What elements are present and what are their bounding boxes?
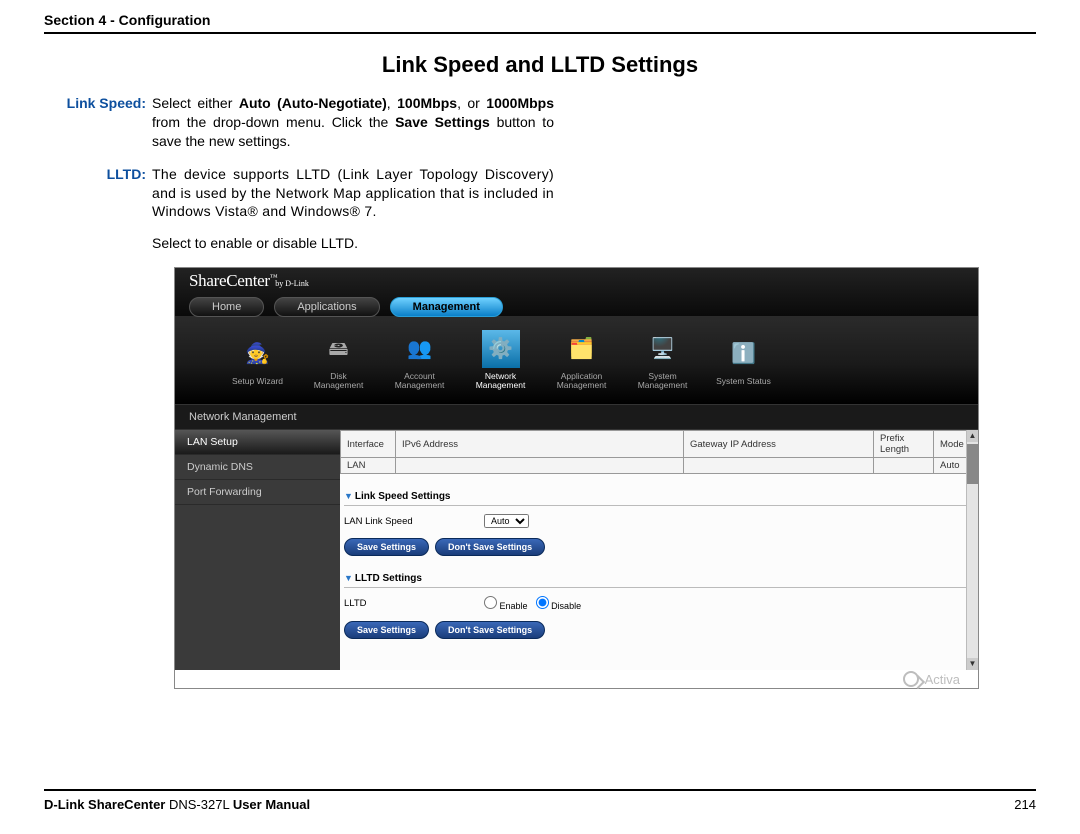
watermark-icon [903, 671, 919, 687]
page-title: Link Speed and LLTD Settings [44, 52, 1036, 78]
radio-text: Disable [551, 601, 581, 611]
footer-brand: D-Link ShareCenter [44, 797, 165, 812]
section-subbar: Network Management [175, 404, 978, 430]
txt: from the drop-down menu. Click the [152, 114, 395, 130]
sidebar-item-dynamic-dns[interactable]: Dynamic DNS [175, 455, 340, 480]
txt-bold: 1000Mbps [486, 95, 554, 111]
footer-left: D-Link ShareCenter DNS-327L User Manual [44, 797, 310, 812]
tab-home[interactable]: Home [189, 297, 264, 317]
account-icon: 👥 [401, 330, 439, 368]
tool-setup-wizard[interactable]: 🧙 Setup Wizard [225, 335, 290, 386]
tool-label: System Management [638, 371, 688, 390]
td-prefix [874, 458, 934, 474]
scroll-up-icon[interactable]: ▲ [967, 430, 978, 442]
def-label-lltd: LLTD: [44, 165, 152, 222]
th-ipv6: IPv6 Address [396, 431, 684, 458]
section-header: Section 4 - Configuration [44, 12, 1036, 34]
ipv6-table: Interface IPv6 Address Gateway IP Addres… [340, 430, 972, 474]
label-lltd: LLTD [344, 598, 484, 609]
table-row: LAN Auto [341, 458, 972, 474]
txt-bold: Auto (Auto-Negotiate) [239, 95, 387, 111]
tool-system-management[interactable]: 🖥️ System Management [630, 330, 695, 391]
watermark-row: Activa [175, 670, 978, 688]
section-link-speed[interactable]: ▼Link Speed Settings [344, 488, 968, 506]
save-settings-button-2[interactable]: Save Settings [344, 621, 429, 639]
txt: Select either [152, 95, 239, 111]
def-body-lltd: The device supports LLTD (Link Layer Top… [152, 165, 554, 222]
app-screenshot: ShareCenter™by D-Link Home Applications … [174, 267, 979, 689]
wizard-icon: 🧙 [239, 335, 277, 373]
footer-suffix: User Manual [233, 797, 310, 812]
txt-bold: Save Settings [395, 114, 490, 130]
tool-system-status[interactable]: ℹ️ System Status [711, 335, 776, 386]
th-gateway: Gateway IP Address [684, 431, 874, 458]
radio-disable-label[interactable]: Disable [536, 596, 582, 611]
section-title: Link Speed Settings [355, 491, 451, 502]
disk-icon: 🖴 [320, 330, 358, 368]
save-settings-button-1[interactable]: Save Settings [344, 538, 429, 556]
td-ipv6 [396, 458, 684, 474]
dont-save-button-1[interactable]: Don't Save Settings [435, 538, 545, 556]
select-link-speed[interactable]: Auto [484, 514, 529, 528]
txt-bold: 100Mbps [397, 95, 457, 111]
th-interface: Interface [341, 431, 396, 458]
tab-management[interactable]: Management [390, 297, 503, 317]
collapse-icon: ▼ [344, 573, 353, 583]
dont-save-button-2[interactable]: Don't Save Settings [435, 621, 545, 639]
sidebar-item-port-forwarding[interactable]: Port Forwarding [175, 480, 340, 505]
scroll-thumb[interactable] [967, 444, 978, 484]
logo-text: ShareCenter [189, 271, 270, 290]
def-body-linkspeed: Select either Auto (Auto-Negotiate), 100… [152, 94, 554, 151]
collapse-icon: ▼ [344, 491, 353, 501]
radio-disable[interactable] [536, 596, 549, 609]
tab-applications[interactable]: Applications [274, 297, 379, 317]
td-interface: LAN [341, 458, 396, 474]
tool-label: System Status [716, 376, 771, 386]
app-logo: ShareCenter™by D-Link [189, 271, 309, 291]
scroll-down-icon[interactable]: ▼ [967, 658, 978, 670]
tool-label: Application Management [557, 371, 607, 390]
tool-application-management[interactable]: 🗂️ Application Management [549, 330, 614, 391]
radio-text: Enable [500, 601, 528, 611]
scrollbar[interactable]: ▲ ▼ [966, 430, 978, 670]
section-lltd[interactable]: ▼LLTD Settings [344, 570, 968, 588]
appmgmt-icon: 🗂️ [563, 330, 601, 368]
sidebar: LAN Setup Dynamic DNS Port Forwarding [175, 430, 340, 670]
network-icon: ⚙️ [482, 330, 520, 368]
tool-label: Network Management [476, 371, 526, 390]
tool-label: Disk Management [314, 371, 364, 390]
logo-sub: by D-Link [275, 279, 309, 288]
section-title: LLTD Settings [355, 573, 422, 584]
sidebar-item-lan-setup[interactable]: LAN Setup [175, 430, 340, 455]
def-extra: Select to enable or disable LLTD. [152, 235, 1036, 251]
footer-model: DNS-327L [165, 797, 232, 812]
page-number: 214 [1014, 797, 1036, 812]
tool-account-management[interactable]: 👥 Account Management [387, 330, 452, 391]
label-lan-link-speed: LAN Link Speed [344, 516, 484, 527]
radio-enable[interactable] [484, 596, 497, 609]
tool-label: Setup Wizard [232, 376, 283, 386]
tool-network-management[interactable]: ⚙️ Network Management [468, 330, 533, 391]
radio-enable-label[interactable]: Enable [484, 596, 528, 611]
def-label-linkspeed: Link Speed: [44, 94, 152, 151]
txt: , [387, 95, 397, 111]
tool-label: Account Management [395, 371, 445, 390]
txt: , or [457, 95, 486, 111]
tool-disk-management[interactable]: 🖴 Disk Management [306, 330, 371, 391]
status-icon: ℹ️ [725, 335, 763, 373]
th-prefix: Prefix Length [874, 431, 934, 458]
main-panel: Interface IPv6 Address Gateway IP Addres… [340, 430, 978, 670]
td-gateway [684, 458, 874, 474]
system-icon: 🖥️ [644, 330, 682, 368]
watermark-text: Activa [925, 672, 960, 687]
